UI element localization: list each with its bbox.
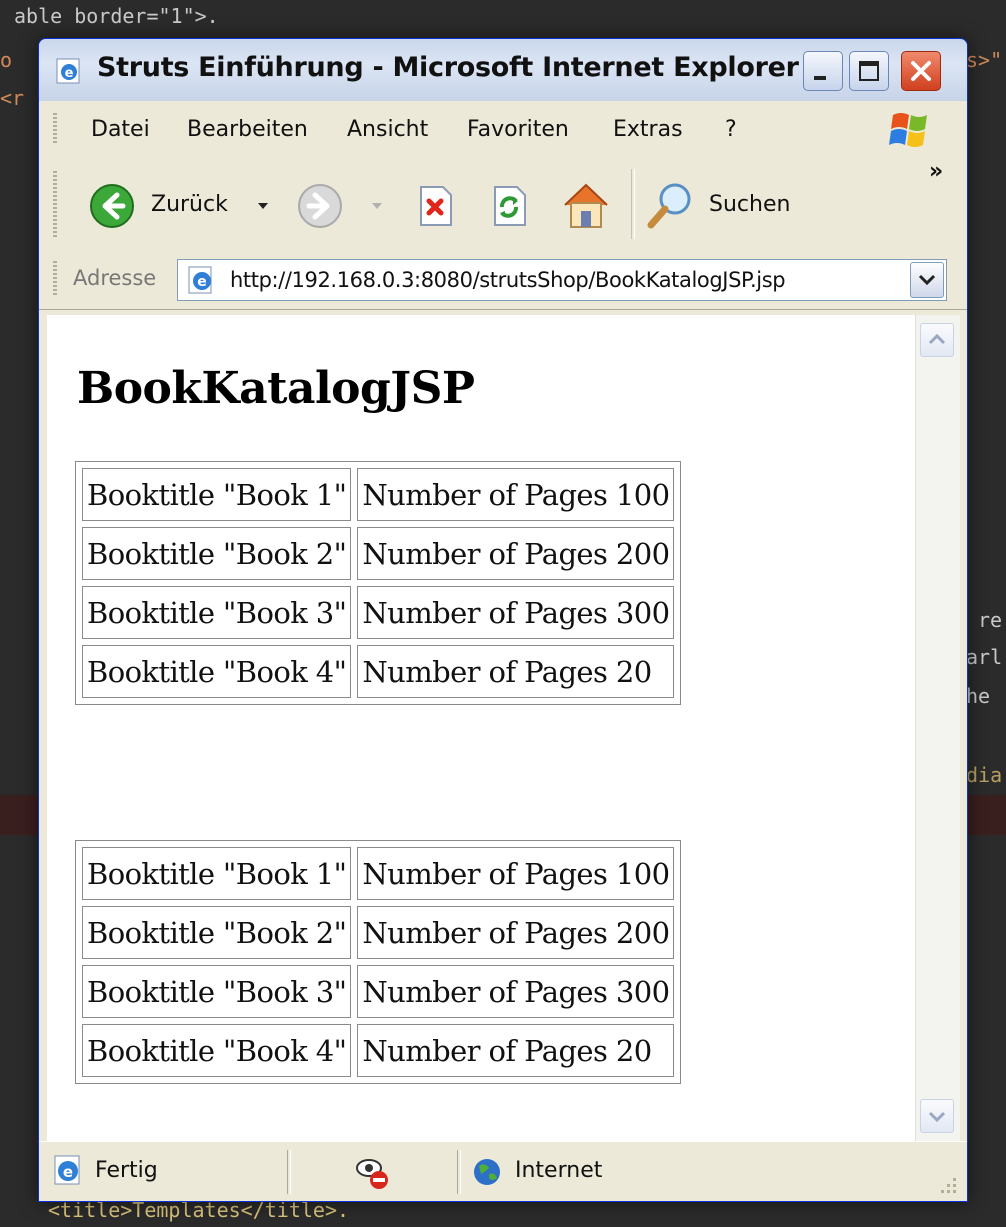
search-label: Suchen — [709, 192, 791, 217]
address-label: Adresse — [73, 266, 157, 290]
table-row: Booktitle "Book 1" Number of Pages 100 — [82, 468, 675, 521]
chevron-up-icon — [928, 333, 946, 345]
maximize-icon — [859, 61, 879, 81]
address-grip — [53, 261, 57, 297]
book-title-cell: Booktitle "Book 1" — [82, 468, 352, 521]
table-row: Booktitle "Book 2" Number of Pages 200 — [82, 906, 675, 959]
chevron-down-icon — [928, 1111, 946, 1123]
address-bar: Adresse e http://192.168.0.3:8080/struts… — [39, 251, 967, 310]
code-line: re — [978, 608, 1003, 632]
page-count-cell: Number of Pages 300 — [357, 965, 675, 1018]
close-icon — [911, 61, 931, 81]
book-table-1: Booktitle "Book 1" Number of Pages 100 B… — [75, 461, 682, 705]
page-count-cell: Number of Pages 20 — [357, 1024, 675, 1077]
ie-page-icon: e — [188, 266, 212, 294]
toolbar-overflow-chevron[interactable]: » — [929, 159, 943, 184]
window-title: Struts Einführung - Microsoft Internet E… — [97, 52, 799, 83]
forward-button[interactable] — [297, 181, 387, 231]
menu-grip — [53, 113, 57, 145]
maximize-button[interactable] — [849, 51, 889, 91]
resize-grip-icon[interactable] — [935, 1172, 959, 1196]
privacy-blocked-icon[interactable] — [353, 1154, 393, 1192]
book-title-cell: Booktitle "Book 2" — [82, 906, 352, 959]
table-row: Booktitle "Book 4" Number of Pages 20 — [82, 645, 675, 698]
back-button[interactable]: Zurück — [89, 181, 275, 231]
book-title-cell: Booktitle "Book 2" — [82, 527, 352, 580]
scroll-up-button[interactable] — [920, 323, 954, 357]
code-line: he — [966, 684, 991, 708]
page-count-cell: Number of Pages 100 — [357, 847, 675, 900]
table-row: Booktitle "Book 3" Number of Pages 300 — [82, 965, 675, 1018]
menu-bearbeiten[interactable]: Bearbeiten — [187, 117, 308, 142]
code-line: o — [0, 48, 13, 72]
ie-page-icon: e — [56, 58, 80, 84]
page-count-cell: Number of Pages 20 — [357, 645, 675, 698]
book-title-cell: Booktitle "Book 4" — [82, 645, 352, 698]
back-arrow-icon — [90, 184, 134, 228]
address-url: http://192.168.0.3:8080/strutsShop/BookK… — [230, 268, 786, 292]
menu-datei[interactable]: Datei — [91, 117, 150, 142]
minimize-button[interactable] — [803, 51, 843, 91]
code-line: <r — [0, 86, 25, 110]
stop-icon[interactable] — [413, 183, 459, 229]
ie-page-icon: e — [54, 1155, 80, 1185]
book-title-cell: Booktitle "Book 3" — [82, 965, 352, 1018]
page-count-cell: Number of Pages 300 — [357, 586, 675, 639]
table-row: Booktitle "Book 4" Number of Pages 20 — [82, 1024, 675, 1077]
code-line: dia — [966, 763, 1003, 787]
page-count-cell: Number of Pages 200 — [357, 527, 675, 580]
search-button[interactable]: Suchen — [643, 179, 803, 233]
status-separator — [457, 1150, 461, 1194]
table-row: Booktitle "Book 3" Number of Pages 300 — [82, 586, 675, 639]
title-bar[interactable]: e Struts Einführung - Microsoft Internet… — [39, 39, 967, 102]
toolbar-separator — [631, 169, 635, 239]
status-separator — [287, 1150, 291, 1194]
dropdown-arrow-icon — [372, 203, 382, 209]
status-text: Fertig — [95, 1158, 158, 1183]
menu-favoriten[interactable]: Favoriten — [467, 117, 569, 142]
standard-toolbar: Zurück Suchen » — [39, 157, 967, 252]
refresh-icon[interactable] — [487, 183, 533, 229]
home-icon[interactable] — [559, 179, 613, 233]
svg-text:e: e — [63, 1163, 73, 1181]
dropdown-arrow-icon — [258, 203, 268, 209]
close-button[interactable] — [901, 51, 941, 91]
globe-icon — [474, 1159, 500, 1185]
menu-ansicht[interactable]: Ansicht — [347, 117, 428, 142]
vertical-scrollbar[interactable] — [915, 315, 960, 1141]
book-title-cell: Booktitle "Book 4" — [82, 1024, 352, 1077]
table-row: Booktitle "Book 1" Number of Pages 100 — [82, 847, 675, 900]
svg-text:e: e — [65, 66, 74, 81]
toolbar-grip — [53, 171, 57, 237]
page-count-cell: Number of Pages 200 — [357, 906, 675, 959]
browser-window: e Struts Einführung - Microsoft Internet… — [38, 38, 968, 1202]
page-count-cell: Number of Pages 100 — [357, 468, 675, 521]
chevron-down-icon — [918, 274, 936, 286]
book-table-2: Booktitle "Book 1" Number of Pages 100 B… — [75, 840, 682, 1084]
address-dropdown-button[interactable] — [910, 262, 944, 298]
page-content: BookKatalogJSP Booktitle "Book 1" Number… — [47, 315, 915, 1141]
code-line: s>" — [966, 48, 1003, 72]
status-zone: Internet — [515, 1158, 603, 1183]
code-line: arl — [966, 645, 1003, 669]
menu-bar: Datei Bearbeiten Ansicht Favoriten Extra… — [39, 101, 967, 158]
svg-text:e: e — [197, 274, 207, 290]
table-row: Booktitle "Book 2" Number of Pages 200 — [82, 527, 675, 580]
minimize-icon — [814, 76, 826, 80]
code-line: able border="1">. — [14, 4, 219, 28]
menu-extras[interactable]: Extras — [613, 117, 683, 142]
book-title-cell: Booktitle "Book 3" — [82, 586, 352, 639]
page-heading: BookKatalogJSP — [77, 363, 475, 414]
menu-help[interactable]: ? — [725, 117, 737, 142]
scroll-down-button[interactable] — [920, 1099, 954, 1133]
back-label: Zurück — [151, 192, 228, 217]
status-bar: e Fertig Internet — [39, 1141, 967, 1201]
book-title-cell: Booktitle "Book 1" — [82, 847, 352, 900]
address-input[interactable]: e http://192.168.0.3:8080/strutsShop/Boo… — [177, 259, 947, 301]
windows-logo-icon — [889, 113, 927, 147]
forward-arrow-icon — [298, 184, 342, 228]
search-magnifier-icon — [647, 183, 691, 229]
